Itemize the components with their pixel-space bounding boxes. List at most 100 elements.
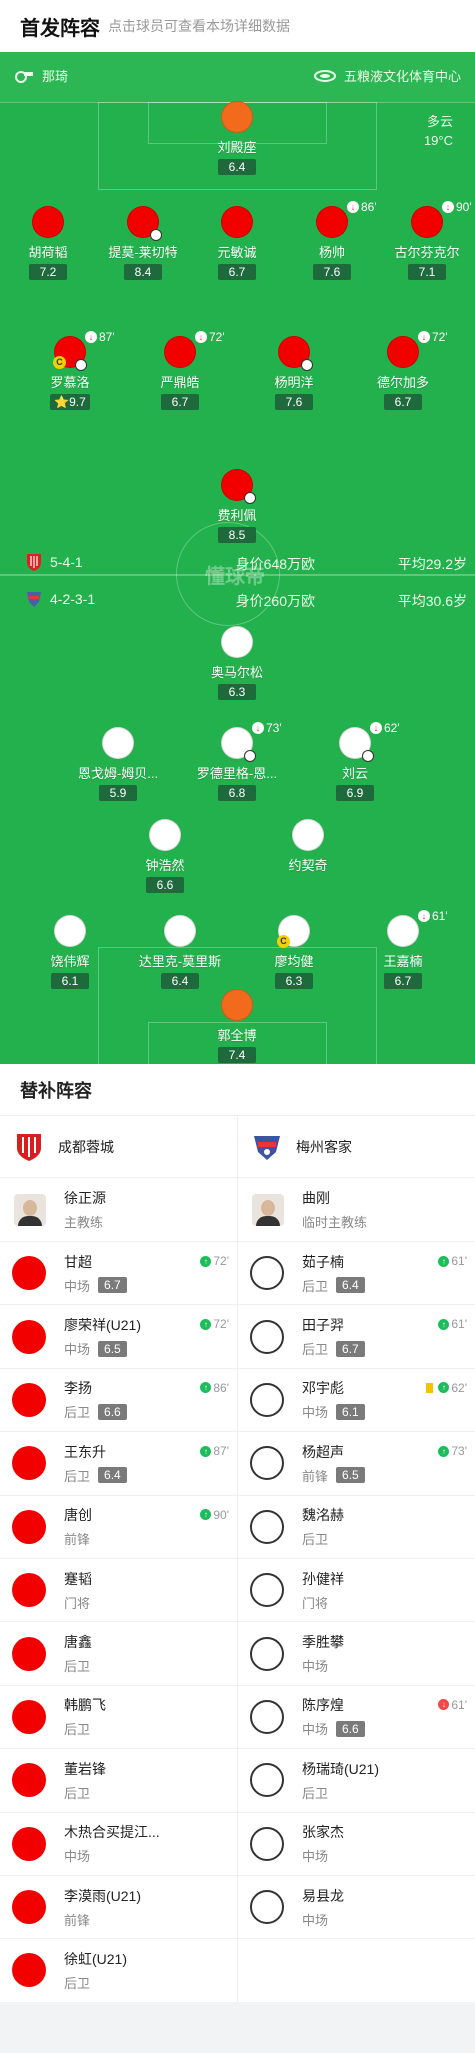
sub-player-name: 杨瑞琦(U21)	[302, 1760, 380, 1777]
sub-player-row[interactable]: 季胜攀 中场	[238, 1622, 475, 1686]
sub-player-row[interactable]: 蹇韬 门将	[0, 1559, 237, 1623]
sub-time-indicator: ↑ 73'	[438, 1444, 467, 1458]
sub-player-position: 前锋	[64, 1532, 91, 1548]
home-team-header[interactable]: 成都蓉城	[0, 1116, 237, 1178]
sub-in-icon: ↑	[200, 1318, 212, 1330]
sub-player-row[interactable]: 田子羿 后卫 6.7 ↑ 61'	[238, 1305, 475, 1369]
player-jersey	[221, 469, 256, 504]
sub-player-row[interactable]: 杨超声 前锋 6.5 ↑ 73'	[238, 1432, 475, 1496]
player-away-10[interactable]: 郭全博 7.4	[182, 989, 292, 1064]
player-jersey	[250, 1256, 284, 1291]
player-jersey	[250, 1509, 284, 1544]
sub-player-row[interactable]: 孙健祥 门将	[238, 1559, 475, 1623]
player-jersey	[250, 1319, 284, 1354]
player-jersey	[12, 1382, 46, 1417]
sub-player-name: 唐创	[64, 1507, 92, 1524]
sub-player-position-line: 中场	[302, 1846, 344, 1865]
player-home-8[interactable]: 杨明洋 7.6	[239, 336, 349, 411]
away-team-crest-icon	[27, 592, 41, 607]
sub-player-row[interactable]: 李扬 后卫 6.6 ↑ 86'	[0, 1369, 237, 1433]
sub-player-row[interactable]: 陈序煌 中场 6.6 ↓ 61'	[238, 1686, 475, 1750]
player-away-8[interactable]: C 廖均健 6.3	[239, 915, 349, 990]
sub-player-position: 后卫	[302, 1278, 329, 1294]
sub-player-row[interactable]: 木热合买提江... 中场	[0, 1813, 237, 1876]
sub-player-row[interactable]: 邓宇彪 中场 6.1 ↑ 62'	[238, 1369, 475, 1433]
player-away-6[interactable]: 饶伟辉 6.1	[15, 915, 125, 990]
sub-player-name: 邓宇彪	[302, 1380, 344, 1397]
player-jersey	[12, 1509, 46, 1544]
player-away-1[interactable]: 恩戈姆-姆贝... 5.9	[63, 727, 173, 802]
home-coach[interactable]: 徐正源 主教练	[0, 1178, 237, 1242]
sub-player-info: 木热合买提江... 中场	[64, 1822, 160, 1865]
player-home-4[interactable]: ↓ 86' 杨帅 7.6	[277, 200, 387, 281]
sub-player-name: 唐鑫	[64, 1634, 92, 1651]
home-team-value: 身价648万欧	[235, 556, 315, 572]
player-away-4[interactable]: 钟浩然 6.6	[110, 819, 220, 894]
sub-player-row[interactable]: 魏洺赫 后卫	[238, 1496, 475, 1559]
sub-player-position: 中场	[302, 1912, 329, 1928]
sub-player-row[interactable]: 廖荣祥(U21) 中场 6.5 ↑ 72'	[0, 1305, 237, 1369]
sub-player-info: 孙健祥 门将	[302, 1569, 344, 1612]
sub-player-row[interactable]: 王东升 后卫 6.4 ↑ 87'	[0, 1432, 237, 1496]
coach-role: 主教练	[64, 1215, 104, 1230]
sub-player-row[interactable]: 易县龙 中场	[238, 1876, 475, 1940]
sub-player-position: 中场	[302, 1849, 329, 1865]
player-name: 约契奇	[288, 858, 328, 873]
sub-player-row[interactable]: 董岩锋 后卫	[0, 1749, 237, 1813]
away-coach[interactable]: 曲刚 临时主教练	[238, 1178, 475, 1242]
sub-player-row[interactable]: 唐创前锋 ↑ 90'	[0, 1496, 237, 1559]
player-home-6[interactable]: C ↓ 87' 罗慕洛 ⭐9.7	[15, 330, 125, 411]
sub-player-position-line: 门将	[64, 1593, 92, 1612]
player-away-3[interactable]: ↓ 62' 刘云 6.9	[300, 721, 410, 802]
sub-player-position-line: 前锋	[64, 1910, 141, 1929]
home-team-logo-icon	[17, 1133, 41, 1161]
player-jersey	[12, 1446, 46, 1481]
sub-player-row[interactable]: 茹子楠 后卫 6.4 ↑ 61'	[238, 1242, 475, 1306]
player-jersey	[12, 1763, 46, 1798]
captain-icon: C	[277, 935, 290, 948]
player-home-7[interactable]: ↓ 72' 严鼎皓 6.7	[125, 330, 235, 411]
sub-out-time: 61'	[432, 909, 448, 923]
sub-player-row[interactable]: 杨瑞琦(U21) 后卫	[238, 1749, 475, 1813]
sub-player-info: 季胜攀 中场	[302, 1632, 344, 1675]
away-team-header[interactable]: 梅州客家	[238, 1116, 475, 1178]
sub-player-row[interactable]: 张家杰 中场	[238, 1813, 475, 1876]
player-jersey	[250, 1382, 284, 1417]
player-rating: 6.8	[218, 785, 256, 801]
sub-player-row[interactable]: 唐鑫 后卫	[0, 1622, 237, 1686]
sub-out-icon: ↓	[252, 722, 264, 734]
sub-player-info: 杨超声 前锋 6.5	[302, 1442, 365, 1485]
player-jersey	[250, 1573, 284, 1608]
player-jersey	[339, 727, 374, 762]
player-rating: 6.4	[218, 159, 256, 175]
player-away-5[interactable]: 约契奇	[253, 819, 363, 874]
sub-time-indicator: ↑ 90'	[200, 1508, 229, 1522]
player-rating: 6.4	[161, 973, 199, 989]
player-jersey	[149, 819, 181, 851]
player-home-0[interactable]: 刘殿座 6.4	[182, 101, 292, 176]
player-away-2[interactable]: ↓ 73' 罗德里格-恩... 6.8	[182, 721, 292, 802]
player-home-3[interactable]: 元敏诚 6.7	[182, 206, 292, 281]
player-home-9[interactable]: ↓ 72' 德尔加多 6.7	[348, 330, 458, 411]
player-jersey	[411, 206, 443, 238]
goal-ball-icon	[150, 229, 162, 241]
sub-in-icon: ↑	[438, 1382, 450, 1394]
sub-player-row[interactable]: 徐虹(U21) 后卫	[0, 1939, 237, 2003]
player-jersey	[54, 915, 86, 947]
player-away-0[interactable]: 奥马尔松 6.3	[182, 626, 292, 701]
player-away-7[interactable]: 达里克-莫里斯 6.4	[125, 915, 235, 990]
player-home-10[interactable]: 费利佩 8.5	[182, 469, 292, 544]
pitch: 那琦 五粮液文化体育中心 多云 19°C 懂球帝 5-4-1 身价648万欧 平…	[0, 52, 475, 1064]
whistle-icon	[15, 70, 33, 83]
sub-player-info: 蹇韬 门将	[64, 1569, 92, 1612]
sub-out-icon: ↓	[418, 331, 430, 343]
player-jersey	[221, 727, 256, 762]
player-rating: 6.3	[218, 684, 256, 700]
sub-out-indicator: ↓ 73'	[252, 721, 282, 735]
sub-player-row[interactable]: 李漠雨(U21) 前锋	[0, 1876, 237, 1940]
player-rating: 7.6	[313, 264, 351, 280]
player-home-5[interactable]: ↓ 90' 古尔芬克尔 7.1	[372, 200, 475, 281]
sub-player-row[interactable]: 甘超 中场 6.7 ↑ 72'	[0, 1242, 237, 1306]
sub-player-row[interactable]: 韩鹏飞 后卫	[0, 1686, 237, 1750]
player-away-9[interactable]: ↓ 61' 王嘉楠 6.7	[348, 909, 458, 990]
